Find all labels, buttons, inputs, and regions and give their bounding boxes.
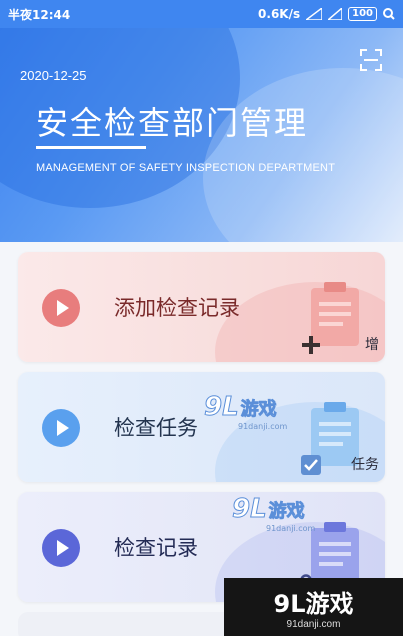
header-banner: 2020-12-25 安全检查部门管理 MANAGEMENT OF SAFETY…	[0, 28, 403, 242]
watermark-site: 91danji.com	[238, 422, 288, 431]
card-label: 检查记录	[114, 536, 198, 560]
corner-watermark-site: 91danji.com	[286, 619, 341, 630]
page-title: 安全检查部门管理	[36, 104, 309, 142]
inspection-task-card[interactable]: 检查任务 任务	[18, 372, 385, 482]
watermark-text: 游戏	[240, 399, 277, 421]
current-date: 2020-12-25	[20, 68, 87, 83]
add-inspection-record-card[interactable]: 添加检查记录 增	[18, 252, 385, 362]
card-label: 检查任务	[114, 416, 198, 440]
play-icon	[42, 289, 80, 327]
status-indicators: 0.6K/s 100	[258, 7, 395, 21]
network-speed: 0.6K/s	[258, 7, 301, 21]
watermark: 9L 游戏 91danji.com	[204, 392, 288, 432]
battery-icon: 100	[348, 7, 377, 21]
card-tag: 增	[365, 337, 379, 353]
title-underline	[36, 146, 146, 149]
signal-icon	[306, 8, 323, 20]
watermark-text: 游戏	[268, 501, 305, 523]
card-label: 添加检查记录	[114, 296, 240, 320]
status-bar: 半夜12:44 0.6K/s 100	[0, 0, 403, 28]
corner-watermark-logo: 9L游戏	[273, 590, 354, 618]
page-subtitle: MANAGEMENT OF SAFETY INSPECTION DEPARTME…	[36, 162, 336, 174]
search-icon	[383, 8, 395, 20]
play-icon	[42, 529, 80, 567]
watermark-number: 9L	[232, 494, 268, 525]
watermark: 9L 游戏 91danji.com	[232, 494, 316, 534]
status-time: 半夜12:44	[8, 7, 71, 22]
signal-icon-2	[328, 8, 343, 20]
scan-frame-icon[interactable]	[359, 48, 383, 72]
plus-icon	[302, 336, 320, 354]
card-tag: 任务	[351, 457, 379, 473]
play-icon	[42, 409, 80, 447]
watermark-site: 91danji.com	[266, 524, 316, 533]
check-badge-icon	[301, 455, 321, 475]
corner-watermark: 9L游戏 91danji.com	[224, 578, 403, 636]
watermark-number: 9L	[204, 392, 240, 423]
